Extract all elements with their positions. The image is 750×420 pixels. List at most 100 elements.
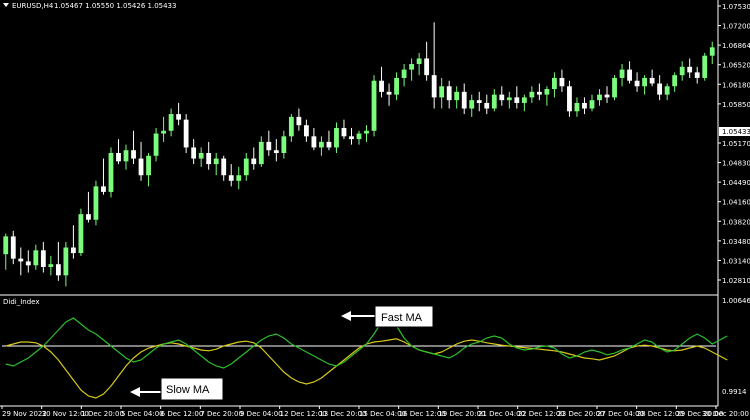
candle-body: [63, 247, 69, 276]
price-tick-label: 1.07200: [722, 23, 750, 31]
time-tick-label: 1 Dec 20:00: [81, 410, 124, 418]
candle-body: [446, 86, 452, 101]
candle-body: [191, 147, 197, 159]
candle-body: [627, 69, 632, 81]
fast-ma-label: Fast MA: [381, 312, 423, 324]
candle: [78, 208, 84, 256]
price-tick-label: 1.02810: [722, 277, 750, 285]
price-tick-label: 1.05170: [722, 140, 750, 148]
candle-body: [176, 114, 182, 120]
candle-body: [401, 69, 407, 78]
candle-body: [221, 158, 227, 176]
candle-body: [529, 91, 535, 98]
candle-body: [649, 77, 655, 84]
candle-body: [161, 130, 166, 134]
candle-body: [461, 91, 467, 109]
candle-body: [431, 75, 437, 98]
candle-body: [589, 100, 595, 109]
candle-body: [296, 116, 302, 126]
candle-body: [552, 77, 557, 90]
indicator-tick-label: 0.9914: [722, 388, 747, 396]
candle-body: [386, 91, 392, 95]
candle: [183, 114, 189, 153]
price-tick-label: 1.04830: [722, 160, 750, 168]
candle-body: [349, 136, 354, 140]
candle-body: [131, 150, 136, 159]
candle: [93, 180, 99, 226]
candle-body: [514, 97, 520, 103]
candle-body: [266, 141, 272, 151]
candle-body: [559, 77, 565, 87]
time-tick-label: 5 Dec 04:00: [121, 410, 164, 418]
candle-body: [454, 91, 460, 101]
candle-body: [116, 153, 121, 162]
candle-body: [634, 80, 640, 87]
candle: [108, 147, 114, 198]
candle-body: [93, 186, 99, 220]
candle-body: [258, 141, 264, 165]
candle-body: [709, 47, 715, 56]
candle-body: [251, 158, 257, 165]
ohlc-quotes: 1.05467 1.05550 1.05426 1.05433: [54, 2, 176, 10]
candle-body: [138, 158, 144, 176]
candle-body: [469, 100, 475, 109]
candle-body: [10, 236, 16, 259]
price-tick-label: 1.07530: [722, 3, 750, 11]
price-tick-label: 1.04490: [722, 179, 750, 187]
candle-body: [48, 264, 54, 267]
price-tick-label: 1.04160: [722, 199, 750, 207]
candle-body: [281, 136, 287, 153]
candle-body: [574, 102, 580, 112]
indicator-tick-label: 1.00646: [722, 297, 750, 305]
trading-chart[interactable]: 1.07530 1.07200 1.06864 1.06520 1.06180 1.058…: [0, 0, 750, 420]
price-tick-label: 1.03480: [722, 238, 750, 246]
candle-body: [371, 80, 377, 131]
slow-ma-label: Slow MA: [166, 384, 210, 396]
current-price-label: 1.05433: [722, 128, 750, 136]
candle-body: [664, 86, 670, 95]
candle-body: [228, 175, 234, 181]
price-tick-label: 1.03140: [722, 257, 750, 265]
candle-body: [108, 153, 114, 192]
time-tick-label: 30 Dec 20:00: [702, 410, 749, 418]
candle-body: [236, 175, 242, 181]
time-tick-label: 9 Dec 04:00: [240, 410, 283, 418]
candle-body: [334, 127, 339, 148]
candle-body: [40, 250, 46, 267]
candle: [612, 75, 617, 101]
candle-body: [604, 94, 610, 98]
candle-body: [198, 153, 204, 159]
price-tick-label: 1.06864: [722, 42, 750, 50]
candle-body: [86, 214, 91, 220]
candle-body: [521, 97, 527, 103]
candle-body: [476, 100, 482, 103]
candle-body: [70, 247, 76, 254]
candle-body: [243, 158, 249, 176]
candle-body: [273, 150, 279, 153]
candle-body: [424, 58, 430, 76]
candle-body: [18, 258, 24, 262]
time-tick-label: 6 Dec 12:00: [161, 410, 204, 418]
candle-body: [416, 58, 422, 65]
chart-background: [0, 0, 750, 420]
candle-body: [506, 97, 512, 101]
candle-body: [582, 102, 587, 109]
candle-body: [55, 264, 61, 276]
candle-body: [326, 141, 332, 148]
candle-body: [491, 94, 497, 109]
candle-body: [694, 72, 700, 78]
candle-body: [25, 261, 31, 266]
candle-body: [597, 94, 602, 101]
candle-body: [319, 141, 324, 148]
candle-body: [679, 66, 685, 76]
candle-body: [439, 86, 445, 98]
candle-body: [101, 186, 106, 192]
time-tick-label: 7 Dec 20:00: [200, 410, 243, 418]
candle: [702, 52, 708, 81]
candle-body: [702, 55, 708, 78]
candle-body: [341, 127, 347, 137]
price-tick-label: 1.06180: [722, 81, 750, 89]
candle-body: [364, 130, 369, 134]
candle-body: [33, 250, 39, 266]
candle-body: [206, 153, 212, 165]
